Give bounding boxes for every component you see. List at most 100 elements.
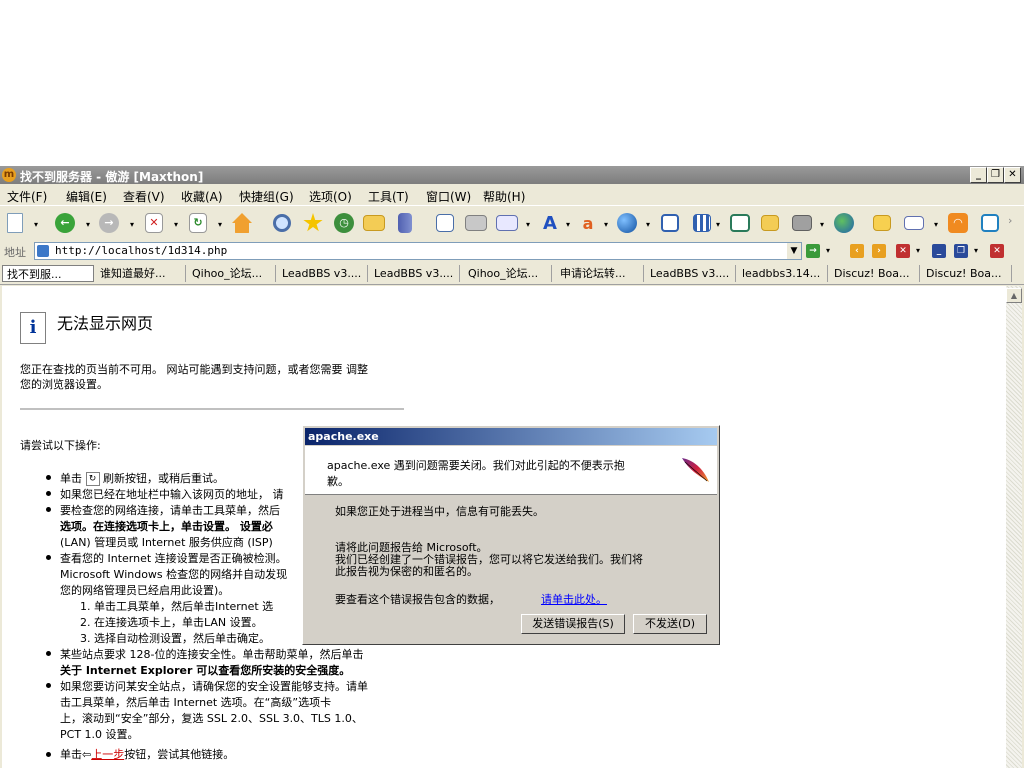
chevron-down-icon[interactable]: ▾ — [86, 220, 90, 229]
list-icon[interactable] — [433, 211, 457, 235]
stop-icon[interactable]: ✕ — [142, 211, 166, 235]
popup-icon[interactable] — [728, 211, 752, 235]
bullet — [46, 752, 51, 757]
chevron-down-icon[interactable]: ▾ — [974, 246, 978, 255]
main-toolbar: ▾ ← ▾ → ▾ ✕ ▾ ↻ ▾ ◷ ▾ A ▾ a ▾ ▾ ▾ ▾ ▾ ◠ — [0, 205, 1024, 242]
back-link[interactable]: 上一步 — [91, 748, 124, 761]
chevron-down-icon[interactable]: ▾ — [566, 220, 570, 229]
books-icon[interactable] — [393, 211, 417, 235]
dont-send-button[interactable]: 不发送(D) — [633, 614, 707, 634]
forward-icon[interactable]: → — [97, 211, 121, 235]
menu-view[interactable]: 查看(V) — [123, 188, 165, 205]
more-chevron-icon[interactable]: › — [1008, 214, 1012, 227]
menu-favorites[interactable]: 收藏(A) — [181, 188, 223, 205]
chevron-down-icon[interactable]: ▾ — [934, 220, 938, 229]
prev-tab-icon[interactable]: ‹ — [850, 244, 864, 258]
tab[interactable]: Qihoo_论坛... — [188, 265, 276, 282]
error-dialog: apache.exe apache.exe 遇到问题需要关闭。我们对此引起的不便… — [302, 425, 720, 645]
open-folder-icon[interactable] — [870, 211, 894, 235]
menu-help[interactable]: 帮助(H) — [483, 188, 525, 205]
new-page-icon[interactable] — [3, 211, 27, 235]
chevron-down-icon[interactable]: ▾ — [646, 220, 650, 229]
dialog-header-text: apache.exe 遇到问题需要关闭。我们对此引起的不便表示抱 — [327, 459, 625, 472]
intro-text: 您的浏览器设置。 — [20, 378, 108, 391]
chevron-down-icon[interactable]: ▾ — [826, 246, 830, 255]
list-item: 某些站点要求 128-位的连接安全性。单击帮助菜单，然后单击 — [60, 648, 364, 661]
search-icon[interactable] — [270, 211, 294, 235]
rss-icon[interactable]: ◠ — [946, 211, 970, 235]
dialog-header-text: 歉。 — [327, 475, 349, 488]
tab[interactable]: Qihoo_论坛... — [464, 265, 552, 282]
folder-icon[interactable] — [362, 211, 386, 235]
send-report-button[interactable]: 发送错误报告(S) — [521, 614, 625, 634]
edit-icon[interactable] — [902, 211, 926, 235]
next-tab-icon[interactable]: › — [872, 244, 886, 258]
maxthon-logo-icon: m — [2, 168, 16, 182]
chevron-down-icon[interactable]: ▾ — [820, 220, 824, 229]
dialog-header: apache.exe 遇到问题需要关闭。我们对此引起的不便表示抱 歉。 — [305, 446, 717, 495]
tab[interactable]: 谁知道最好... — [96, 265, 186, 282]
list-item: 如果您要访问某安全站点，请确保您的安全设置能够支持。请单 — [60, 680, 368, 693]
list-item: 您的网络管理员已经启用此设置)。 — [60, 584, 230, 597]
home-icon[interactable] — [230, 211, 254, 235]
menu-edit[interactable]: 编辑(E) — [66, 188, 107, 205]
folder-lock-icon[interactable] — [758, 211, 782, 235]
minimize-button[interactable]: _ — [970, 167, 987, 183]
restore-tab-icon[interactable]: ❐ — [954, 244, 968, 258]
go-icon[interactable]: → — [806, 244, 820, 258]
tab[interactable]: LeadBBS v3.... — [278, 265, 368, 282]
translate-icon[interactable]: a — [576, 211, 600, 235]
chevron-down-icon[interactable]: ▾ — [716, 220, 720, 229]
chevron-down-icon[interactable]: ▾ — [34, 220, 38, 229]
chevron-down-icon[interactable]: ▾ — [604, 220, 608, 229]
tab[interactable]: 申请论坛转... — [556, 265, 644, 282]
chevron-down-icon[interactable]: ▾ — [130, 220, 134, 229]
menu-file[interactable]: 文件(F) — [7, 188, 47, 205]
menu-tools[interactable]: 工具(T) — [368, 188, 409, 205]
download-icon[interactable] — [978, 211, 1002, 235]
font-icon[interactable]: A — [538, 211, 562, 235]
tab-active[interactable]: 找不到服... — [2, 265, 94, 282]
tab[interactable]: LeadBBS v3.... — [370, 265, 460, 282]
address-url[interactable]: http://localhost/1d314.php — [55, 244, 227, 257]
close-all-icon[interactable]: ✕ — [990, 244, 1004, 258]
close-button[interactable]: ✕ — [1004, 167, 1021, 183]
print-icon[interactable] — [464, 211, 488, 235]
restore-button[interactable]: ❐ — [987, 167, 1004, 183]
list-item: 查看您的 Internet 连接设置是否正确被检测。 — [60, 552, 287, 565]
minimize-tab-icon[interactable]: _ — [932, 244, 946, 258]
tab[interactable]: Discuz! Boa... — [922, 265, 1012, 282]
chevron-down-icon[interactable]: ▾ — [916, 246, 920, 255]
back-icon[interactable]: ← — [53, 211, 77, 235]
refresh-icon[interactable]: ↻ — [186, 211, 210, 235]
chevron-down-icon[interactable]: ▾ — [526, 220, 530, 229]
columns-icon[interactable] — [690, 211, 714, 235]
list-item: 关于 Internet Explorer 可以查看您所安装的安全强度。 — [60, 664, 351, 677]
menu-options[interactable]: 选项(O) — [309, 188, 352, 205]
favorites-icon[interactable] — [301, 211, 325, 235]
list-item: (LAN) 管理员或 Internet 服务供应商 (ISP) — [60, 536, 273, 549]
info-icon: i — [20, 312, 46, 344]
scroll-up-icon[interactable]: ▲ — [1006, 288, 1022, 303]
menu-bar: 文件(F) 编辑(E) 查看(V) 收藏(A) 快捷组(G) 选项(O) 工具(… — [0, 185, 1024, 205]
plugin-icon[interactable] — [790, 211, 814, 235]
earth-icon[interactable] — [832, 211, 856, 235]
tab[interactable]: LeadBBS v3.... — [646, 265, 736, 282]
menu-groups[interactable]: 快捷组(G) — [239, 188, 294, 205]
close-tab-icon[interactable]: ✕ — [896, 244, 910, 258]
chevron-down-icon[interactable]: ▾ — [174, 220, 178, 229]
window-icon[interactable] — [658, 211, 682, 235]
tab[interactable]: Discuz! Boa... — [830, 265, 920, 282]
address-dropdown-icon[interactable]: ▼ — [787, 243, 801, 259]
details-link[interactable]: 请单击此处。 — [541, 594, 607, 606]
vertical-scrollbar[interactable]: ▲ — [1006, 286, 1022, 768]
list-item: PCT 1.0 设置。 — [60, 728, 139, 741]
globe-icon[interactable] — [615, 211, 639, 235]
tab[interactable]: leadbbs3.14... — [738, 265, 828, 282]
menu-window[interactable]: 窗口(W) — [426, 188, 471, 205]
history-icon[interactable]: ◷ — [332, 211, 356, 235]
chevron-down-icon[interactable]: ▾ — [218, 220, 222, 229]
mail-icon[interactable] — [495, 211, 519, 235]
bullet — [46, 491, 51, 496]
address-input[interactable]: http://localhost/1d314.php ▼ — [34, 242, 802, 260]
